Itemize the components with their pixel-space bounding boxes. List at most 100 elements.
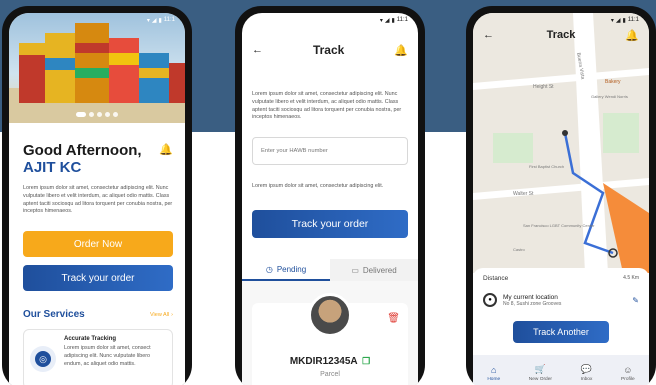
- clock: 11:1: [627, 17, 639, 23]
- track-screen: ▾ ◢ ▮ 11:1 ← Track 🔔 Lorem ipsum dolor s…: [242, 13, 418, 385]
- clock: 11:1: [396, 17, 408, 23]
- profile-icon: ☺: [623, 364, 633, 375]
- cart-icon: 🛒: [534, 364, 546, 374]
- parcel-type: Parcel: [320, 371, 340, 378]
- status-bar: ▾ ◢ ▮ 11:1: [473, 13, 649, 27]
- nav-inbox[interactable]: 💬 Inbox: [581, 364, 593, 382]
- hawb-input[interactable]: Enter your HAWB number: [252, 137, 408, 165]
- current-location: ● My current location No 8, Sushi zone G…: [483, 293, 639, 307]
- battery-icon: ▮: [622, 17, 626, 24]
- service-title: Accurate Tracking: [64, 336, 117, 342]
- map-label-gallery: Gallery Wendi Norris: [591, 94, 628, 99]
- distance-label: Distance: [483, 275, 509, 282]
- battery-icon: ▮: [158, 17, 162, 24]
- nav-profile[interactable]: ☺ Profile: [621, 365, 635, 382]
- signal-icon: ◢: [384, 17, 390, 24]
- map-screen: ▾ ◢ ▮ 11:1 Height St Buena Vista Bakery …: [473, 13, 649, 385]
- map-label-lgbt-center: San Francisco LGBT Community Center: [523, 223, 595, 228]
- phone-home: ▾ ◢ ▮ 11:1 Good Afternoon, AJIT KC 🔔 Lor…: [2, 6, 192, 385]
- view-all-label: View All: [149, 311, 170, 318]
- home-icon: ⌂: [491, 364, 497, 375]
- location-target-icon: ●: [483, 293, 497, 307]
- wifi-icon: ▾: [379, 17, 383, 24]
- clock: 11:1: [163, 17, 175, 23]
- edit-icon[interactable]: ✎: [632, 296, 639, 305]
- parcel-code-text: MKDIR12345A: [289, 356, 358, 367]
- map-label-bakery: Bakery: [605, 79, 621, 85]
- greeting-text: Good Afternoon,: [23, 142, 142, 159]
- tab-label: Delivered: [362, 265, 397, 275]
- map-label-castro: Castro: [513, 247, 526, 252]
- service-card[interactable]: ◎ Accurate Tracking Lorem ipsum dolor si…: [23, 329, 173, 385]
- delete-icon[interactable]: 🗑: [387, 313, 400, 324]
- chat-icon: 💬: [580, 364, 593, 374]
- tab-pending[interactable]: ◷ Pending: [242, 259, 330, 281]
- track-another-button[interactable]: Track Another: [513, 321, 609, 343]
- copy-icon[interactable]: ❐: [362, 356, 370, 366]
- location-address: No 8, Sushi zone Grooves: [503, 300, 562, 307]
- status-bar: ▾ ◢ ▮ 11:1: [9, 13, 185, 27]
- carousel-dot[interactable]: [89, 112, 94, 117]
- order-now-button[interactable]: Order Now: [23, 231, 173, 257]
- tab-delivered[interactable]: ▭ Delivered: [330, 259, 418, 281]
- track-order-button[interactable]: Track your order: [252, 210, 408, 238]
- chevron-right-icon: ›: [171, 311, 173, 318]
- page-title: Track: [312, 43, 345, 57]
- map-label-first-baptist: First Baptist Church: [529, 164, 564, 169]
- tab-label: Pending: [276, 264, 307, 274]
- hawb-placeholder: Enter your HAWB number: [261, 148, 328, 154]
- track-order-button[interactable]: Track your order: [23, 265, 173, 291]
- description-text: Lorem ipsum dolor sit amet, consectetur …: [252, 91, 402, 121]
- map-label-walter-st: Walter St: [513, 191, 534, 197]
- nav-label: New Order: [528, 377, 552, 382]
- target-icon: ◎: [30, 346, 56, 372]
- battery-icon: ▮: [391, 17, 395, 24]
- home-screen: ▾ ◢ ▮ 11:1 Good Afternoon, AJIT KC 🔔 Lor…: [9, 13, 185, 385]
- carousel-dot[interactable]: [105, 112, 110, 117]
- map-label-height-st: Height St: [533, 84, 554, 90]
- intro-text: Lorem ipsum dolor sit amet, consectetur …: [23, 185, 173, 215]
- location-title: My current location: [503, 293, 558, 301]
- distance-row: Distance 4.5 Km: [483, 275, 639, 282]
- nav-label: Profile: [621, 376, 635, 382]
- parcel-code: MKDIR12345A ❐: [242, 356, 418, 367]
- calendar-icon: ▭: [351, 265, 359, 275]
- containers-image: [9, 23, 185, 123]
- map-view[interactable]: Height St Buena Vista Bakery Gallery Wen…: [473, 13, 649, 273]
- bell-icon[interactable]: 🔔: [625, 29, 639, 42]
- carousel-dot[interactable]: [76, 112, 86, 117]
- map-canvas: Height St Buena Vista Bakery Gallery Wen…: [473, 13, 649, 273]
- status-bar: ▾ ◢ ▮ 11:1: [242, 13, 418, 27]
- nav-label: Inbox: [580, 377, 593, 382]
- carousel-dot[interactable]: [97, 112, 102, 117]
- clock-icon: ◷: [265, 264, 273, 274]
- bell-icon[interactable]: 🔔: [394, 44, 408, 57]
- phone-map: ▾ ◢ ▮ 11:1 Height St Buena Vista Bakery …: [466, 6, 656, 385]
- distance-value: 4.5 Km: [623, 275, 639, 281]
- wifi-icon: ▾: [146, 17, 150, 24]
- user-name: AJIT KC: [23, 158, 82, 176]
- greeting: Good Afternoon, AJIT KC: [23, 142, 142, 176]
- hero-banner[interactable]: [9, 13, 185, 123]
- status-tabs: ◷ Pending ▭ Delivered: [242, 259, 418, 281]
- wifi-icon: ▾: [610, 17, 614, 24]
- services-header: Our Services View All ›: [23, 309, 173, 320]
- services-title: Our Services: [23, 309, 85, 320]
- carousel-indicator[interactable]: [9, 112, 185, 117]
- nav-home[interactable]: ⌂ Home: [487, 365, 500, 382]
- signal-icon: ◢: [615, 17, 621, 24]
- signal-icon: ◢: [151, 17, 157, 24]
- carousel-dot[interactable]: [113, 112, 118, 117]
- phone-track: ▾ ◢ ▮ 11:1 ← Track 🔔 Lorem ipsum dolor s…: [235, 6, 425, 385]
- bell-icon[interactable]: 🔔: [159, 143, 173, 156]
- nav-label: Home: [487, 376, 501, 382]
- view-all-link[interactable]: View All ›: [150, 312, 173, 318]
- service-text: Lorem ipsum dolor sit amet, consect adip…: [64, 345, 151, 367]
- nav-new-order[interactable]: 🛒 New Order: [529, 364, 552, 382]
- bottom-nav: ⌂ Home 🛒 New Order 💬 Inbox ☺ Profile: [473, 355, 649, 385]
- helper-text: Lorem ipsum dolor sit amet, consectetur …: [252, 183, 384, 189]
- page-title: Track: [546, 29, 576, 41]
- back-arrow-icon[interactable]: ←: [252, 44, 263, 56]
- parcel-image: [308, 293, 352, 337]
- top-bar: ← Track 🔔: [242, 43, 418, 57]
